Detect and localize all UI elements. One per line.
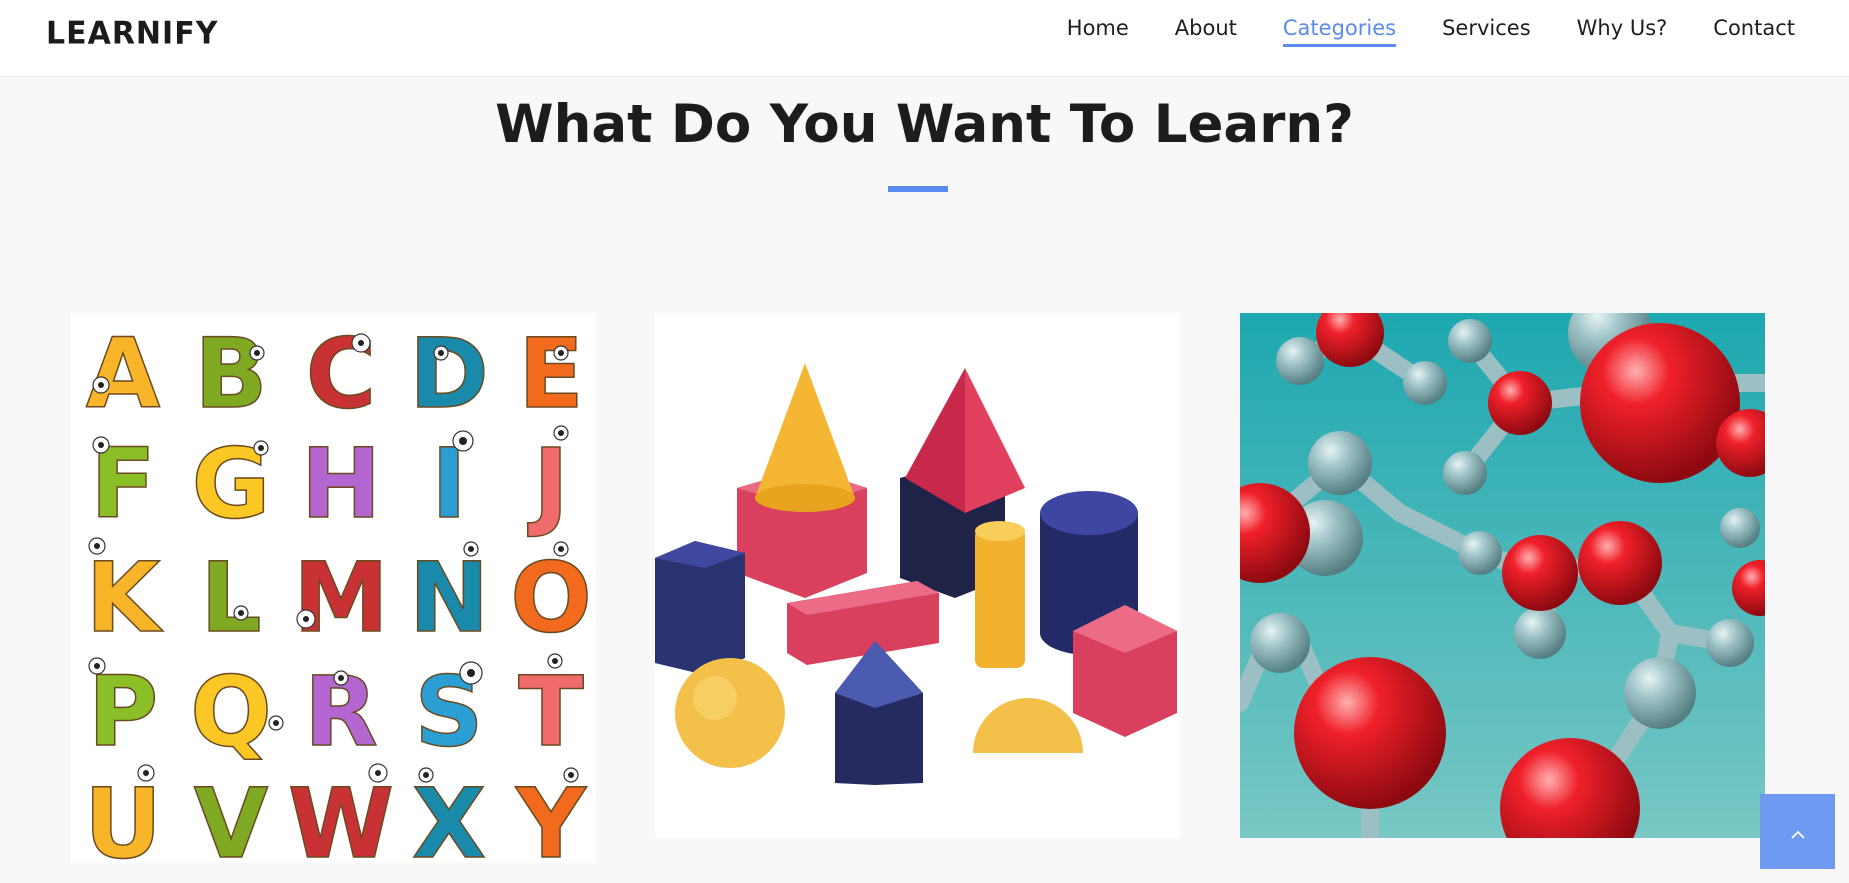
nav-home[interactable]: Home bbox=[1067, 16, 1129, 47]
svg-text:O: O bbox=[510, 542, 592, 654]
site-header: LEARNIFY Home About Categories Services … bbox=[0, 0, 1849, 77]
svg-text:J: J bbox=[527, 428, 569, 540]
svg-text:E: E bbox=[518, 318, 584, 430]
alphabet-letters-image: A B C D E F G H I J K L M N O P Q R S T … bbox=[71, 313, 596, 863]
nav-contact[interactable]: Contact bbox=[1713, 16, 1795, 47]
svg-text:L: L bbox=[200, 542, 261, 654]
back-to-top-button[interactable] bbox=[1760, 794, 1835, 869]
svg-text:D: D bbox=[409, 318, 489, 430]
svg-text:N: N bbox=[409, 542, 489, 654]
svg-text:B: B bbox=[194, 318, 267, 430]
svg-text:Y: Y bbox=[515, 768, 587, 863]
svg-text:U: U bbox=[84, 768, 162, 863]
category-card-chemistry[interactable] bbox=[1240, 313, 1765, 838]
category-card-shapes[interactable] bbox=[655, 313, 1180, 838]
geometric-shapes-image bbox=[655, 313, 1180, 838]
nav-categories[interactable]: Categories bbox=[1282, 16, 1397, 47]
svg-text:A: A bbox=[86, 318, 160, 430]
svg-text:K: K bbox=[86, 542, 164, 654]
svg-text:T: T bbox=[518, 656, 583, 768]
section-title: What Do You Want To Learn? bbox=[495, 94, 1354, 155]
nav-services[interactable]: Services bbox=[1442, 16, 1531, 47]
svg-text:M: M bbox=[293, 542, 389, 654]
title-underline bbox=[888, 186, 948, 192]
main-nav: Home About Categories Services Why Us? C… bbox=[1021, 16, 1795, 47]
svg-text:X: X bbox=[412, 768, 486, 863]
svg-text:V: V bbox=[194, 768, 268, 863]
site-logo[interactable]: LEARNIFY bbox=[46, 15, 218, 52]
molecule-model-image bbox=[1240, 313, 1765, 838]
category-card-alphabet[interactable]: A B C D E F G H I J K L M N O P Q R S T … bbox=[71, 313, 596, 863]
svg-text:Q: Q bbox=[190, 656, 272, 768]
nav-why-us[interactable]: Why Us? bbox=[1577, 16, 1668, 47]
chevron-up-icon bbox=[1790, 818, 1806, 846]
svg-text:H: H bbox=[301, 428, 381, 540]
nav-about[interactable]: About bbox=[1175, 16, 1237, 47]
